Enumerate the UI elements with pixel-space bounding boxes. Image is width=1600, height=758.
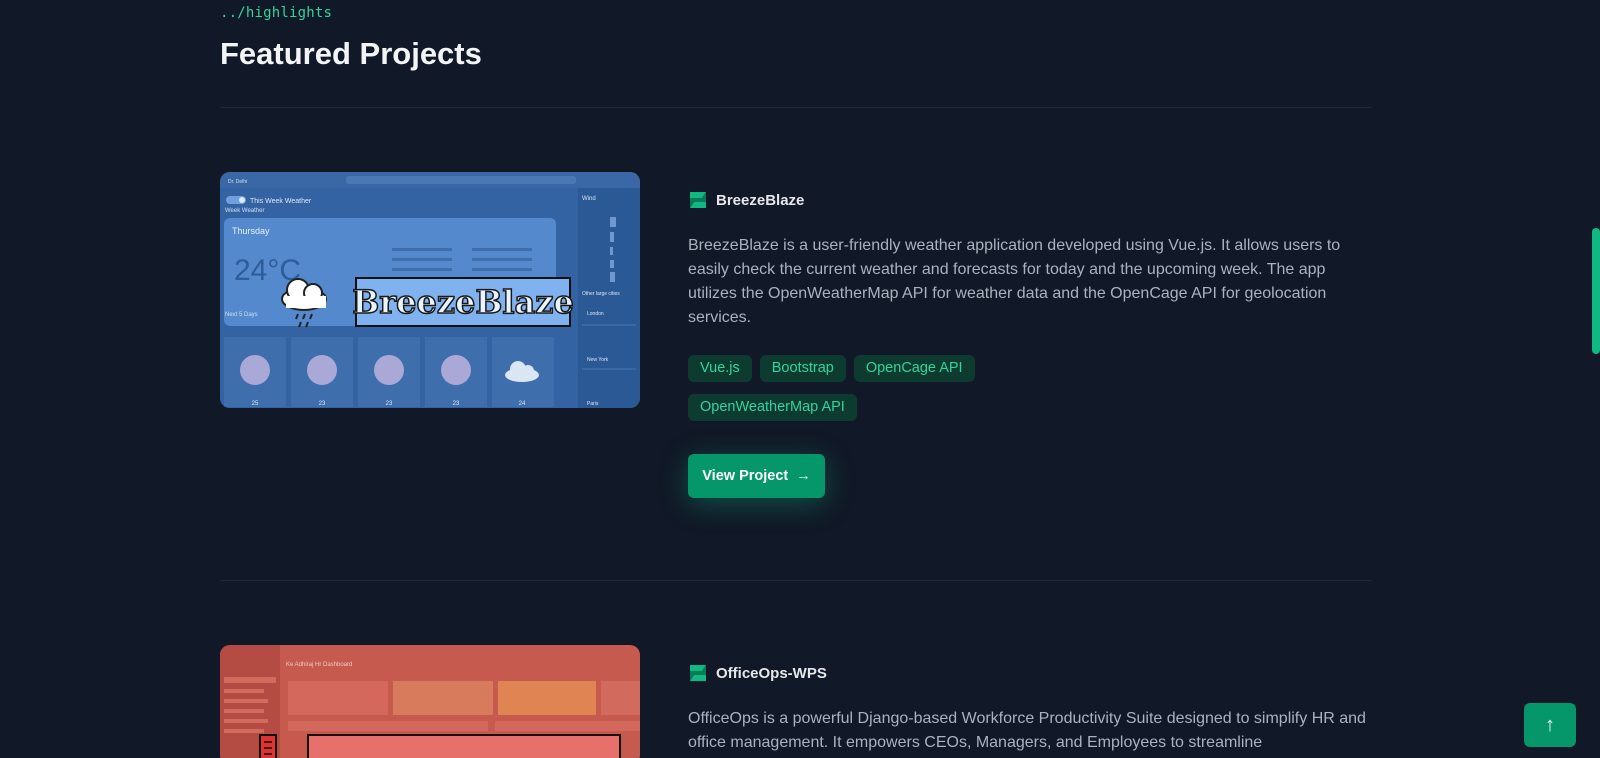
thumb-other-cities-label: Other large cities	[582, 291, 620, 297]
thumb-forecast-temp: 23	[386, 401, 393, 407]
project-description: OfficeOps is a powerful Django-based Wor…	[688, 710, 1366, 751]
thumb-wind-label: Wind	[582, 196, 596, 202]
page: ../highlights Featured Projects Dr. Delh…	[0, 0, 1600, 758]
project-thumbnail-breezeblaze[interactable]: Dr. Delhi This Week Weather Week Weather…	[220, 172, 640, 408]
thumb-forecast-temp: 25	[252, 401, 259, 407]
divider	[220, 107, 1372, 108]
thumb-sub-label: Week Weather	[225, 208, 264, 214]
section-title: Featured Projects	[220, 36, 482, 71]
breadcrumb[interactable]: ../highlights	[220, 5, 332, 21]
tag: OpenWeatherMap API	[688, 394, 857, 421]
thumb-banner: BreezeBlaze	[352, 283, 574, 321]
brand-logo-icon	[690, 192, 706, 208]
brand-logo-icon	[690, 665, 706, 681]
project-name[interactable]: BreezeBlaze	[716, 192, 804, 209]
view-project-button[interactable]: View Project →	[688, 454, 825, 498]
project-thumbnail-officeops[interactable]: Ke Adhiraj Hr Dashboard	[220, 645, 640, 758]
project-name[interactable]: OfficeOps-WPS	[716, 665, 827, 682]
tag: Vue.js	[688, 355, 752, 382]
thumb-forecast-temp: 24	[519, 401, 526, 407]
scrollbar-thumb[interactable]	[1592, 228, 1600, 354]
project-header: OfficeOps-WPS	[688, 663, 827, 683]
thumb-forecast-temp: 23	[319, 401, 326, 407]
arrow-right-icon: →	[796, 468, 811, 484]
tag-list: Vue.js Bootstrap OpenCage API OpenWeathe…	[688, 355, 1008, 421]
thumb-toggle-label: This Week Weather	[250, 198, 312, 205]
thumb-day: Thursday	[232, 226, 270, 236]
arrow-up-icon: ↑	[1545, 713, 1555, 736]
thumb-city: London	[587, 311, 604, 317]
tag: Bootstrap	[759, 355, 846, 382]
thumb-header: Ke Adhiraj Hr Dashboard	[286, 662, 352, 668]
view-project-label: View Project	[702, 468, 789, 484]
thumb-city: Paris	[587, 401, 599, 407]
divider	[220, 580, 1372, 581]
thumb-location: Dr. Delhi	[228, 179, 247, 185]
thumb-forecast-temp: 23	[453, 401, 460, 407]
thumb-city: New York	[587, 357, 609, 363]
thumb-next-days-label: Next 5 Days	[225, 312, 258, 318]
scroll-to-top-button[interactable]: ↑	[1524, 703, 1576, 747]
tag: OpenCage API	[853, 355, 975, 382]
project-header: BreezeBlaze	[688, 190, 804, 210]
project-description: BreezeBlaze is a user-friendly weather a…	[688, 237, 1341, 326]
